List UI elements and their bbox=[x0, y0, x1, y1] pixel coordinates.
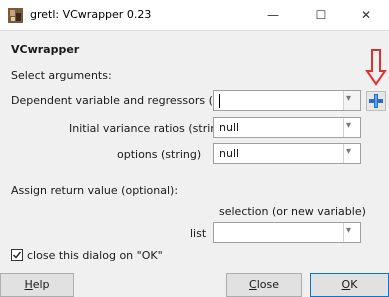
help-mnemonic: H bbox=[24, 278, 33, 291]
maximize-icon: ☐ bbox=[315, 8, 327, 22]
close-mnemonic: C bbox=[249, 278, 257, 291]
minimize-button[interactable]: — bbox=[250, 0, 296, 31]
minimize-icon: — bbox=[267, 8, 279, 22]
return-list-label: list bbox=[190, 227, 207, 240]
close-on-ok-checkbox[interactable] bbox=[11, 249, 23, 261]
selection-header: selection (or new variable) bbox=[219, 205, 366, 218]
initial-variance-ratios-value: null bbox=[219, 121, 240, 134]
return-variable-dropdown[interactable]: ▾ bbox=[343, 223, 360, 242]
close-label: lose bbox=[256, 278, 279, 291]
return-variable-combo[interactable]: ▾ bbox=[213, 222, 361, 243]
initial-variance-ratios-label: Initial variance ratios (string) bbox=[69, 122, 229, 135]
help-label: elp bbox=[32, 278, 50, 291]
close-on-ok-option[interactable]: close this dialog on "OK" bbox=[11, 249, 163, 262]
red-down-arrow-icon bbox=[365, 49, 387, 86]
assign-return-label: Assign return value (optional): bbox=[11, 184, 179, 197]
options-dropdown[interactable]: ▾ bbox=[343, 144, 360, 163]
ok-label: K bbox=[350, 278, 358, 291]
window-title: gretl: VCwrapper 0.23 bbox=[30, 8, 152, 21]
initial-variance-ratios-dropdown[interactable]: ▾ bbox=[343, 118, 360, 137]
add-list-button[interactable] bbox=[366, 91, 386, 111]
chevron-down-icon: ▾ bbox=[346, 225, 352, 236]
chevron-down-icon: ▾ bbox=[346, 146, 352, 157]
ok-mnemonic: O bbox=[341, 278, 351, 291]
dialog-heading: VCwrapper bbox=[11, 43, 80, 56]
chevron-down-icon: ▾ bbox=[346, 93, 352, 104]
dependent-variable-combo[interactable]: ▾ bbox=[213, 90, 361, 111]
gretl-app-icon bbox=[8, 8, 23, 23]
initial-variance-ratios-combo[interactable]: null ▾ bbox=[213, 117, 361, 138]
options-value: null bbox=[219, 147, 240, 160]
close-button[interactable]: Close bbox=[226, 273, 302, 297]
options-label: options (string) bbox=[117, 148, 202, 161]
dependent-variable-dropdown[interactable]: ▾ bbox=[343, 91, 360, 110]
close-window-button[interactable]: ✕ bbox=[343, 0, 389, 31]
maximize-button[interactable]: ☐ bbox=[298, 0, 344, 31]
close-on-ok-label: close this dialog on "OK" bbox=[27, 249, 163, 262]
checkmark-icon bbox=[13, 251, 22, 259]
help-button[interactable]: Help bbox=[0, 273, 74, 297]
close-icon: ✕ bbox=[360, 8, 372, 22]
chevron-down-icon: ▾ bbox=[346, 120, 352, 131]
select-arguments-label: Select arguments: bbox=[11, 69, 112, 82]
title-bar: gretl: VCwrapper 0.23 — ☐ ✕ bbox=[0, 0, 389, 31]
dependent-variable-label: Dependent variable and regressors (list) bbox=[11, 94, 234, 107]
ok-button[interactable]: OK bbox=[310, 273, 389, 297]
options-combo[interactable]: null ▾ bbox=[213, 143, 361, 164]
text-caret bbox=[219, 94, 220, 108]
add-list-icon bbox=[369, 94, 383, 108]
